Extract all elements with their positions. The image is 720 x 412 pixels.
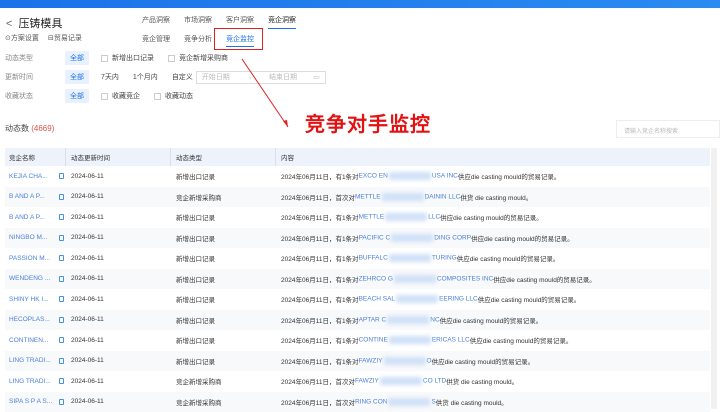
company-link[interactable]: B AND A P... — [9, 214, 55, 221]
table-row: B AND A P... 2024-06-11 新增出口记录 2024年06月1… — [5, 207, 710, 228]
copy-icon[interactable] — [59, 194, 64, 200]
col-type: 动态类型 — [171, 148, 276, 166]
table-row: NINGBO M... 2024-06-11 新增出口记录 2024年06月11… — [5, 228, 710, 249]
buyer-link[interactable]: APTAR CNC — [359, 316, 440, 324]
annotation-text: 竞争对手监控 — [305, 108, 431, 137]
table-row: CONTINEN... 2024-06-11 新增出口记录 2024年06月11… — [5, 330, 710, 351]
row-date: 2024-06-11 — [66, 330, 171, 351]
copy-icon[interactable] — [59, 255, 64, 261]
row-content: 2024年06月11日，首次对 METTLEDAININ LLC 供货 die … — [276, 187, 710, 208]
buyer-link[interactable]: RING CONS — [355, 398, 436, 406]
col-name: 竞企名称 — [5, 148, 66, 166]
copy-icon[interactable] — [59, 235, 64, 241]
row-type: 新增出口记录 — [171, 351, 276, 372]
company-link[interactable]: SIPA S P A S... — [9, 398, 55, 405]
scrollbar[interactable] — [711, 148, 717, 409]
company-link[interactable]: B AND A P... — [9, 193, 55, 200]
company-link[interactable]: PASSION M... — [9, 255, 55, 262]
copy-icon[interactable] — [59, 276, 64, 282]
table-row: B AND A P... 2024-06-11 竞企新增采购商 2024年06月… — [5, 187, 710, 208]
row-date: 2024-06-11 — [66, 310, 171, 331]
copy-icon[interactable] — [59, 317, 64, 323]
buyer-link[interactable]: BUFFALCTURING — [359, 254, 457, 262]
table-row: LING TRADI... 2024-06-11 新增出口记录 2024年06月… — [5, 351, 710, 372]
copy-icon[interactable] — [59, 399, 64, 405]
buyer-link[interactable]: EXCO ENUSA INC — [359, 172, 458, 180]
col-content: 内容 — [276, 148, 710, 166]
row-content: 2024年06月11日，有1条对APTAR CNC供应die casting m… — [276, 310, 710, 331]
row-content: 2024年06月11日，有1条对METTLELLC供应die casting m… — [276, 207, 710, 228]
row-date: 2024-06-11 — [66, 371, 171, 392]
row-content: 2024年06月11日，首次对 FAWZIYCO LTD 供货 die cast… — [276, 371, 710, 392]
table-row: PASSION M... 2024-06-11 新增出口记录 2024年06月1… — [5, 248, 710, 269]
company-link[interactable]: LING TRADI... — [9, 357, 55, 364]
row-content: 2024年06月11日，有1条对ZEHRCO GCOMPOSITES INC供应… — [276, 269, 710, 290]
company-link[interactable]: NINGBO M... — [9, 234, 55, 241]
company-link[interactable]: KEJIA CHA... — [9, 173, 55, 180]
activity-table: 竞企名称 动态更新时间 动态类型 内容 KEJIA CHA... 2024-06… — [5, 148, 710, 412]
table-row: LING TRADI... 2024-06-11 竞企新增采购商 2024年06… — [5, 371, 710, 392]
row-date: 2024-06-11 — [66, 228, 171, 249]
buyer-link[interactable]: BEACH SALEERING LLC — [359, 295, 478, 303]
copy-icon[interactable] — [59, 378, 64, 384]
copy-icon[interactable] — [59, 296, 64, 302]
copy-icon[interactable] — [59, 173, 64, 179]
row-type: 新增出口记录 — [171, 207, 276, 228]
row-type: 新增出口记录 — [171, 330, 276, 351]
activity-count: 动态数 (4669) — [5, 123, 54, 134]
table-row: HECOPLAS... 2024-06-11 新增出口记录 2024年06月11… — [5, 310, 710, 331]
copy-icon[interactable] — [59, 337, 64, 343]
row-content: 2024年06月11日，有1条对FAWZIYO供应die casting mou… — [276, 351, 710, 372]
company-link[interactable]: LING TRADI... — [9, 378, 55, 385]
row-date: 2024-06-11 — [66, 166, 171, 187]
row-type: 竞企新增采购商 — [171, 371, 276, 392]
copy-icon[interactable] — [59, 358, 64, 364]
row-content: 2024年06月11日，有1条对BUFFALCTURING供应die casti… — [276, 248, 710, 269]
buyer-link[interactable]: FAWZIYCO LTD — [355, 377, 446, 385]
buyer-link[interactable]: METTLEDAININ LLC — [355, 193, 460, 201]
col-date: 动态更新时间 — [66, 148, 171, 166]
buyer-link[interactable]: ZEHRCO GCOMPOSITES INC — [359, 275, 494, 283]
row-date: 2024-06-11 — [66, 248, 171, 269]
row-type: 新增出口记录 — [171, 269, 276, 290]
row-content: 2024年06月11日，有1条对EXCO ENUSA INC供应die cast… — [276, 166, 710, 187]
row-date: 2024-06-11 — [66, 207, 171, 228]
row-date: 2024-06-11 — [66, 187, 171, 208]
row-content: 2024年06月11日，有1条对PACIFIC CDING CORP供应die … — [276, 228, 710, 249]
buyer-link[interactable]: CONTINEERICAS LLC — [359, 336, 470, 344]
row-type: 新增出口记录 — [171, 289, 276, 310]
row-type: 竞企新增采购商 — [171, 187, 276, 208]
row-type: 新增出口记录 — [171, 228, 276, 249]
company-link[interactable]: WENDENG ... — [9, 275, 55, 282]
company-link[interactable]: SHINY HK I... — [9, 296, 55, 303]
row-type: 新增出口记录 — [171, 166, 276, 187]
buyer-link[interactable]: PACIFIC CDING CORP — [359, 234, 472, 242]
row-date: 2024-06-11 — [66, 289, 171, 310]
buyer-link[interactable]: METTLELLC — [359, 213, 441, 221]
copy-icon[interactable] — [59, 214, 64, 220]
row-content: 2024年06月11日，有1条对CONTINEERICAS LLC供应die c… — [276, 330, 710, 351]
row-type: 新增出口记录 — [171, 310, 276, 331]
table-header: 竞企名称 动态更新时间 动态类型 内容 — [5, 148, 710, 166]
table-row: KEJIA CHA... 2024-06-11 新增出口记录 2024年06月1… — [5, 166, 710, 187]
row-type: 新增出口记录 — [171, 248, 276, 269]
search-input[interactable]: 请输入竞企名称搜索 — [616, 120, 720, 138]
company-link[interactable]: CONTINEN... — [9, 337, 55, 344]
row-date: 2024-06-11 — [66, 351, 171, 372]
row-content: 2024年06月11日，有1条对BEACH SALEERING LLC供应die… — [276, 289, 710, 310]
row-date: 2024-06-11 — [66, 269, 171, 290]
buyer-link[interactable]: FAWZIYO — [359, 357, 432, 365]
company-link[interactable]: HECOPLAS... — [9, 316, 55, 323]
table-row: WENDENG ... 2024-06-11 新增出口记录 2024年06月11… — [5, 269, 710, 290]
table-row: SHINY HK I... 2024-06-11 新增出口记录 2024年06月… — [5, 289, 710, 310]
